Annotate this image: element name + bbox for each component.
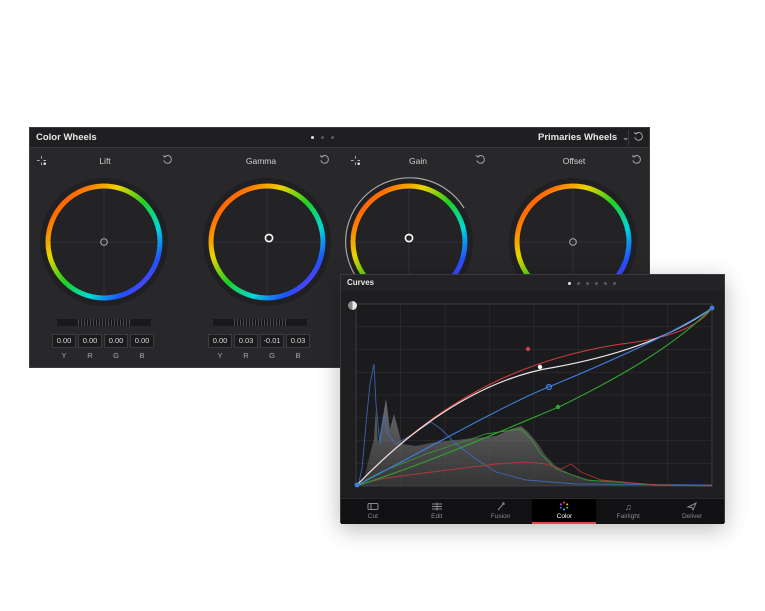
color-wheels-header: Color Wheels Primaries Wheels ⌄	[30, 128, 649, 148]
color-page-icon	[560, 501, 569, 511]
cut-page-icon	[367, 503, 379, 510]
page-tab-color[interactable]: Color	[532, 499, 597, 524]
channel-label: G	[269, 351, 275, 360]
gamma-r-value[interactable]: 0.03	[234, 334, 258, 348]
reset-icon[interactable]	[631, 154, 642, 165]
red-control-point[interactable]	[525, 346, 531, 352]
page-navigation-bar: Cut Edit Fusion Color ♫ Fairlight Delive…	[341, 498, 724, 524]
wheels-mode-label: Primaries Wheels	[538, 132, 618, 143]
page-dot[interactable]	[321, 136, 324, 139]
reset-icon[interactable]	[162, 154, 173, 165]
channel-label: R	[87, 351, 93, 360]
gamma-wheel[interactable]	[197, 172, 337, 312]
page-dot[interactable]	[613, 282, 616, 285]
channel-label: Y	[61, 351, 67, 360]
page-dot[interactable]	[595, 282, 598, 285]
page-tab-label: Deliver	[681, 513, 703, 520]
page-tab-cut[interactable]: Cut	[341, 499, 405, 524]
curves-page-dots[interactable]	[568, 282, 616, 285]
page-tab-label: Fusion	[490, 513, 511, 520]
gain-label: Gain	[409, 156, 427, 166]
luma-control-point[interactable]	[537, 364, 543, 370]
green-control-point[interactable]	[555, 404, 561, 410]
reset-icon[interactable]	[475, 154, 486, 165]
gamma-label: Gamma	[245, 156, 277, 166]
white-point-handle[interactable]	[709, 305, 715, 311]
lift-channel-labels: Y R G B	[52, 351, 154, 360]
page-dot[interactable]	[577, 282, 580, 285]
gamma-g-value[interactable]: -0.01	[260, 334, 284, 348]
curves-header: Curves	[341, 275, 724, 291]
page-dot[interactable]	[331, 136, 334, 139]
page-tab-label: Color	[556, 513, 573, 520]
picker-icon[interactable]	[36, 155, 47, 166]
reset-all-button[interactable]	[628, 130, 649, 146]
channel-label: Y	[217, 351, 223, 360]
gamma-master-wheel[interactable]	[213, 319, 307, 326]
curves-graph[interactable]	[354, 303, 715, 488]
wheels-mode-dropdown[interactable]: Primaries Wheels ⌄	[538, 132, 629, 143]
reset-icon	[633, 132, 643, 141]
lift-label: Lift	[99, 156, 111, 166]
color-wheels-title: Color Wheels	[36, 132, 97, 143]
channel-label: B	[295, 351, 301, 360]
fusion-page-icon	[497, 502, 505, 511]
curves-title: Curves	[347, 278, 375, 287]
page-tab-fairlight[interactable]: ♫ Fairlight	[596, 499, 660, 524]
fairlight-page-icon: ♫	[624, 502, 632, 512]
lift-values: 0.00 0.00 0.00 0.00	[52, 334, 154, 348]
gamma-b-value[interactable]: 0.03	[286, 334, 310, 348]
page-tab-edit[interactable]: Edit	[405, 499, 469, 524]
lift-y-value[interactable]: 0.00	[52, 334, 76, 348]
gamma-channel-labels: Y R G B	[208, 351, 310, 360]
page-tab-label: Edit	[431, 513, 443, 520]
lift-g-value[interactable]: 0.00	[104, 334, 128, 348]
deliver-page-icon	[686, 501, 698, 512]
page-tab-deliver[interactable]: Deliver	[660, 499, 724, 524]
reset-icon[interactable]	[319, 154, 330, 165]
page-dot[interactable]	[586, 282, 589, 285]
palette-page-dots[interactable]	[311, 136, 334, 139]
offset-label: Offset	[562, 156, 586, 166]
curve-toggle-icon[interactable]	[348, 301, 357, 310]
picker-icon[interactable]	[350, 155, 361, 166]
page-tab-label: Cut	[367, 513, 378, 520]
page-dot[interactable]	[604, 282, 607, 285]
channel-label: B	[139, 351, 145, 360]
lift-master-wheel[interactable]	[57, 319, 151, 326]
page-tab-fusion[interactable]: Fusion	[469, 499, 533, 524]
curves-panel: Curves Cut Edit Fusion Color ♫ Fairlight…	[340, 274, 725, 524]
channel-label: R	[243, 351, 249, 360]
gamma-values: 0.00 0.03 -0.01 0.03	[208, 334, 310, 348]
gamma-y-value[interactable]: 0.00	[208, 334, 232, 348]
black-point-handle[interactable]	[354, 482, 360, 488]
lift-b-value[interactable]: 0.00	[130, 334, 154, 348]
page-dot[interactable]	[311, 136, 314, 139]
lift-wheel[interactable]	[34, 172, 174, 312]
page-tab-label: Fairlight	[616, 513, 640, 520]
edit-page-icon	[431, 502, 442, 511]
lift-r-value[interactable]: 0.00	[78, 334, 102, 348]
page-dot[interactable]	[568, 282, 571, 285]
channel-label: G	[113, 351, 119, 360]
